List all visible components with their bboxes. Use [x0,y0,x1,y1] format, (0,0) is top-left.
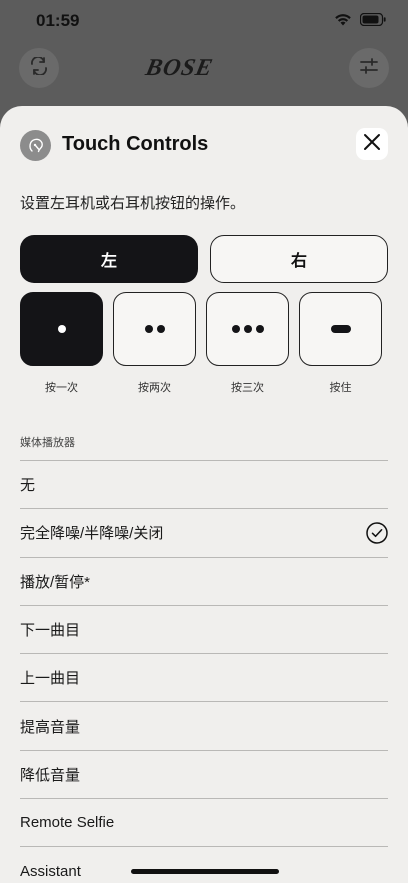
sheet-title: Touch Controls [62,133,209,155]
option-noise-mode[interactable]: 完全降噪/半降噪/关闭 [20,508,388,556]
option-none[interactable]: 无 [20,460,388,508]
option-assistant[interactable]: Assistant [20,846,388,883]
option-play-pause[interactable]: 播放/暂停* [20,556,388,605]
gesture-press-thrice-button[interactable] [206,292,289,366]
checkmark-circle-icon [366,522,388,545]
sliders-icon [359,57,379,79]
gesture-press-once-button[interactable] [20,292,103,366]
single-dot-icon [57,325,66,333]
tab-right-earbud[interactable]: 右 [210,235,388,283]
close-button[interactable] [356,128,388,160]
gesture-hold-button[interactable] [299,292,382,366]
status-icons [334,13,386,26]
sheet-header: Touch Controls [0,128,408,166]
option-next-track[interactable]: 下一曲目 [20,604,388,653]
close-icon [363,133,381,155]
bose-logo: BOSE [143,55,216,81]
option-label: 提高音量 [20,718,81,736]
option-label: 下一曲目 [20,622,81,640]
settings-button[interactable] [349,48,389,88]
earbud-touch-icon [20,130,51,161]
hold-dash-icon [330,325,351,333]
battery-icon [360,13,386,26]
option-volume-up[interactable]: 提高音量 [20,701,388,749]
action-options-list: 无 完全降噪/半降噪/关闭 播放/暂停* 下一曲目 上一曲目 提高音量 降低音量… [20,460,388,883]
option-label: 上一曲目 [20,670,81,688]
gesture-label-hold: 按住 [329,381,352,394]
swap-arrows-icon [29,56,49,79]
status-time: 01:59 [36,11,80,30]
option-label: Remote Selfie [20,814,115,832]
triple-dot-icon [231,325,264,333]
option-label: 播放/暂停* [20,573,91,591]
option-label: 降低音量 [20,766,81,784]
section-label-media-player: 媒体播放器 [20,436,75,449]
option-label: Assistant [20,862,81,880]
option-label: 无 [20,477,36,495]
swap-button[interactable] [19,48,59,88]
option-volume-down[interactable]: 降低音量 [20,749,388,798]
gesture-label-once: 按一次 [45,381,78,394]
gesture-label-thrice: 按三次 [231,381,264,394]
status-bar: 01:59 [0,0,408,44]
wifi-icon [334,13,352,26]
touch-controls-sheet: Touch Controls 设置左耳机或右耳机按钮的操作。 左 右 按一次 按… [0,106,408,883]
double-dot-icon [144,325,165,333]
option-label: 完全降噪/半降噪/关闭 [20,525,164,543]
option-previous-track[interactable]: 上一曲目 [20,653,388,701]
sheet-description: 设置左耳机或右耳机按钮的操作。 [20,194,246,212]
gesture-label-twice: 按两次 [138,381,171,394]
tab-left-earbud[interactable]: 左 [20,235,198,283]
home-indicator [131,869,279,874]
gesture-press-twice-button[interactable] [113,292,196,366]
option-remote-selfie[interactable]: Remote Selfie [20,798,388,846]
background-header: BOSE [0,44,408,90]
